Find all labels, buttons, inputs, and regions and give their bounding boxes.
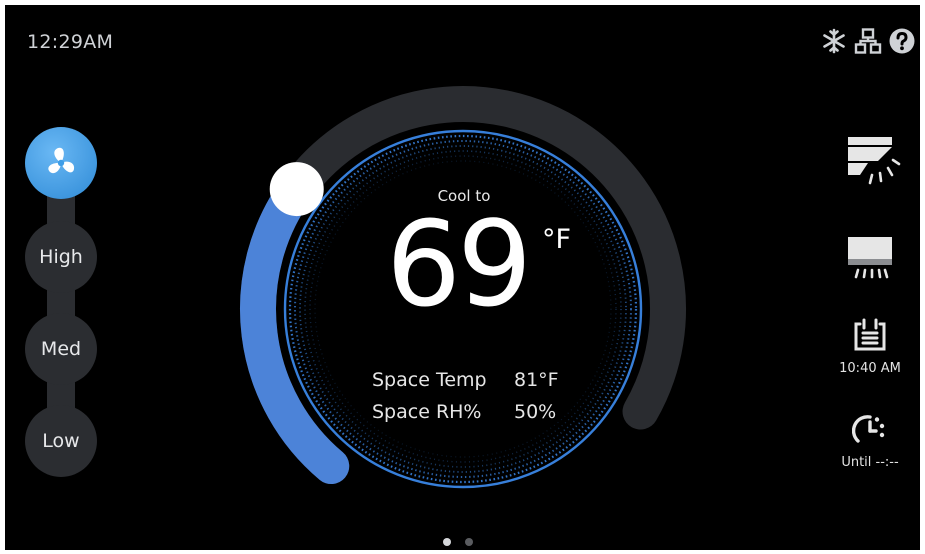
thermostat-screen: 12:29AM High Med Low Cool to 69 °F Space…: [5, 5, 920, 550]
fan-icon: [48, 147, 75, 174]
louver-swing-button[interactable]: [820, 133, 920, 189]
fan-med-button[interactable]: Med: [25, 313, 97, 385]
fan-auto-button[interactable]: [25, 127, 97, 199]
timer-button[interactable]: Until --:--: [820, 411, 920, 470]
schedule-icon: [854, 318, 886, 351]
space-rh-value: 50%: [514, 401, 557, 423]
page-dot-1[interactable]: [443, 538, 451, 546]
setpoint-unit: °F: [542, 224, 572, 255]
clock: 12:29AM: [27, 31, 114, 53]
fan-med-label: Med: [40, 338, 82, 360]
space-temp-value: 81°F: [514, 369, 559, 391]
fan-low-label: Low: [42, 430, 80, 452]
space-temp-row: Space Temp 81°F: [372, 369, 559, 391]
timer-icon: [852, 415, 885, 443]
timer-label: Until --:--: [841, 455, 899, 470]
space-rh-row: Space RH% 50%: [372, 401, 556, 423]
help-icon[interactable]: [888, 27, 916, 55]
louver-swing-icon: [848, 137, 901, 185]
louver-fixed-icon: [848, 237, 892, 279]
space-temp-label: Space Temp: [372, 369, 487, 391]
space-rh-label: Space RH%: [372, 401, 482, 423]
page-indicator: [443, 538, 473, 546]
fan-high-label: High: [39, 246, 83, 268]
snowflake-icon[interactable]: [820, 27, 848, 55]
schedule-time: 10:40 AM: [839, 361, 901, 376]
setpoint-value: 69: [386, 195, 532, 333]
fan-speed-track: [47, 157, 75, 447]
dial-readout: Cool to 69 °F Space Temp 81°F Space RH% …: [230, 69, 698, 529]
louver-fixed-button[interactable]: [820, 233, 920, 281]
fan-speed-control: High Med Low: [25, 127, 97, 482]
schedule-button[interactable]: 10:40 AM: [820, 317, 920, 376]
network-icon[interactable]: [854, 27, 882, 55]
page-dot-2[interactable]: [465, 538, 473, 546]
fan-low-button[interactable]: Low: [25, 405, 97, 477]
status-icons: [820, 27, 916, 55]
fan-high-button[interactable]: High: [25, 221, 97, 293]
